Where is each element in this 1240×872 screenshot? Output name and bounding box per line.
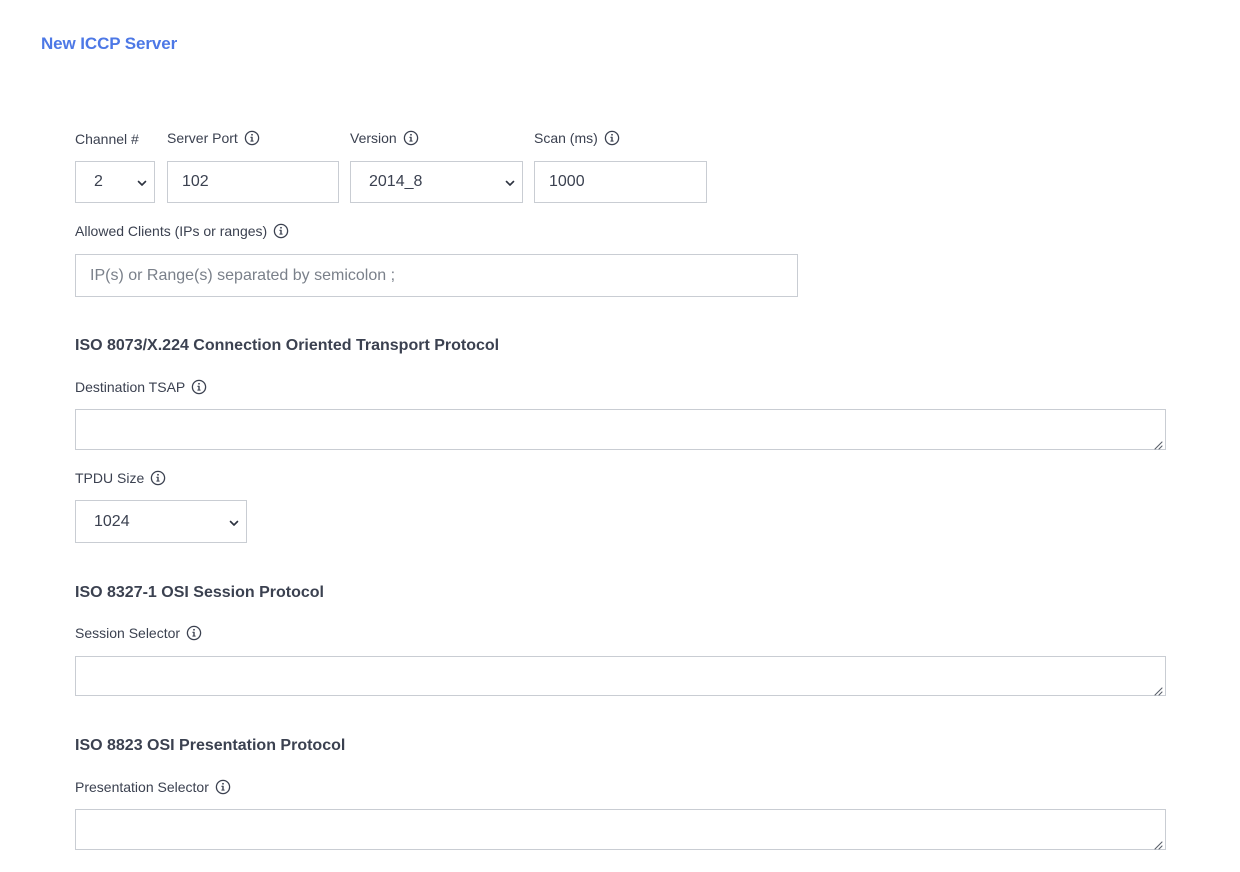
transport-heading: ISO 8073/X.224 Connection Oriented Trans… — [75, 337, 500, 354]
scan-value: 1000 — [549, 173, 585, 190]
tpdu-size-label-text: TPDU Size — [75, 470, 145, 486]
presentation-heading: ISO 8823 OSI Presentation Protocol — [75, 737, 346, 754]
resize-grip-icon[interactable] — [1153, 437, 1163, 450]
destination-tsap-textarea[interactable] — [75, 409, 1166, 450]
server-port-value: 102 — [182, 173, 209, 190]
chevron-down-icon — [228, 516, 240, 528]
presentation-selector-textarea[interactable] — [75, 809, 1166, 850]
info-icon[interactable] — [186, 625, 202, 641]
version-label-text: Version — [350, 130, 397, 146]
destination-tsap-label-text: Destination TSAP — [75, 379, 186, 395]
destination-tsap-label: Destination TSAP — [75, 378, 207, 396]
info-icon[interactable] — [604, 130, 620, 146]
info-icon[interactable] — [273, 223, 289, 239]
info-icon[interactable] — [244, 130, 260, 146]
resize-grip-icon[interactable] — [1153, 837, 1163, 850]
allowed-clients-label-text: Allowed Clients (IPs or ranges) — [75, 223, 268, 239]
session-selector-label-text: Session Selector — [75, 625, 181, 641]
channel-label: Channel # — [75, 130, 139, 148]
tpdu-size-value: 1024 — [94, 512, 130, 530]
version-select[interactable]: 2014_8 — [350, 161, 523, 203]
tpdu-size-label: TPDU Size — [75, 469, 166, 487]
session-selector-textarea[interactable] — [75, 656, 1166, 696]
scan-input[interactable]: 1000 — [534, 161, 707, 203]
info-icon[interactable] — [191, 379, 207, 395]
allowed-clients-input[interactable]: IP(s) or Range(s) separated by semicolon… — [75, 254, 798, 297]
allowed-clients-label: Allowed Clients (IPs or ranges) — [75, 222, 289, 240]
scan-label-text: Scan (ms) — [534, 130, 598, 146]
resize-grip-icon[interactable] — [1153, 683, 1163, 696]
channel-select[interactable]: 2 — [75, 161, 155, 203]
chevron-down-icon — [136, 176, 148, 188]
info-icon[interactable] — [150, 470, 166, 486]
version-label: Version — [350, 129, 419, 147]
info-icon[interactable] — [403, 130, 419, 146]
scan-label: Scan (ms) — [534, 129, 620, 147]
server-port-input[interactable]: 102 — [167, 161, 339, 203]
allowed-clients-placeholder: IP(s) or Range(s) separated by semicolon… — [90, 266, 396, 284]
version-value: 2014_8 — [369, 173, 423, 190]
page-title: New ICCP Server — [41, 34, 178, 53]
tpdu-size-select[interactable]: 1024 — [75, 500, 247, 543]
session-heading: ISO 8327-1 OSI Session Protocol — [75, 584, 324, 601]
info-icon[interactable] — [215, 779, 231, 795]
server-port-label: Server Port — [167, 129, 260, 147]
presentation-selector-label: Presentation Selector — [75, 778, 231, 796]
session-selector-label: Session Selector — [75, 624, 202, 642]
presentation-selector-label-text: Presentation Selector — [75, 779, 209, 795]
channel-value: 2 — [94, 173, 103, 190]
server-port-label-text: Server Port — [167, 130, 238, 146]
channel-label-text: Channel # — [75, 131, 139, 147]
chevron-down-icon — [504, 176, 516, 188]
